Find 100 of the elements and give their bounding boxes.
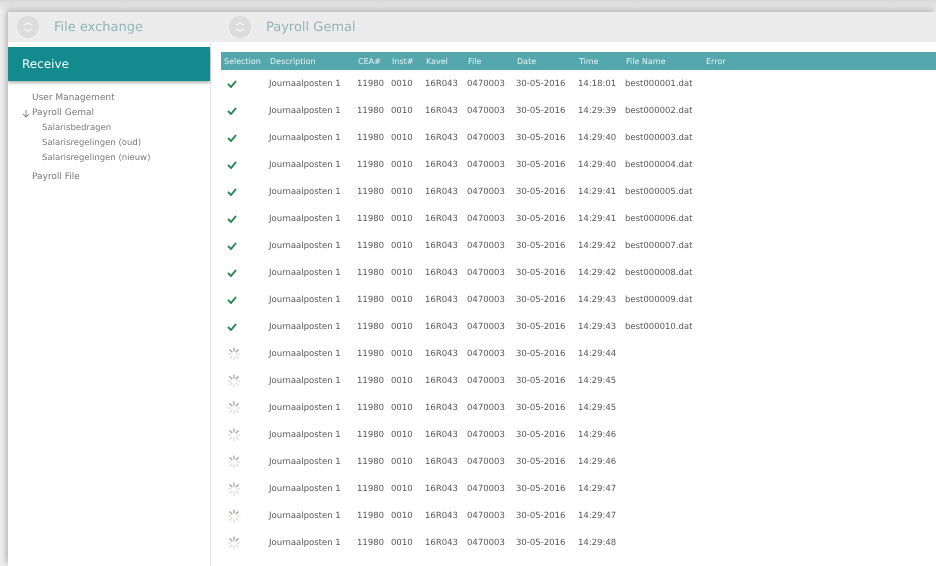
table-cell-text: best000004.dat [624, 158, 694, 172]
table-cell-text: 16R043 [424, 158, 459, 172]
table-cell-text: 0470003 [466, 132, 506, 144]
table-cell-text: 30-05-2016 [515, 212, 566, 226]
table-cell-text: 11980 [356, 536, 386, 550]
table-cell-text: 0470003 [466, 402, 506, 414]
table-cell-text: 16R043 [424, 482, 459, 496]
table-cell-text: 11980 [356, 456, 386, 468]
table-cell-text: 16R043 [424, 104, 459, 118]
logo-icon [16, 15, 40, 39]
table-cell-text: best000001.dat [624, 78, 694, 90]
table-cell-text: Journaalposten 1 [268, 402, 342, 414]
table-cell-text: 0010 [390, 510, 414, 522]
loading-spinner-icon [227, 400, 241, 414]
column-header: Inst# [389, 52, 423, 70]
table-cell-text: 16R043 [424, 294, 459, 306]
table-cell-text: 0010 [390, 456, 414, 468]
checkmark-icon [227, 268, 237, 276]
loading-spinner-icon [227, 346, 241, 360]
table-cell-text: Journaalposten 1 [268, 510, 342, 522]
table-cell-text: 0470003 [466, 158, 506, 172]
section-header[interactable]: Receive [8, 47, 210, 81]
table-cell-text: 0470003 [466, 186, 506, 198]
table-cell-text: 0470003 [466, 212, 506, 226]
table-cell-text: 11980 [356, 266, 386, 280]
table-cell-text: 0470003 [466, 348, 506, 360]
table-cell-text: 0470003 [466, 240, 506, 252]
table-cell-text: 16R043 [424, 240, 459, 252]
table-cell-text: 0010 [390, 212, 414, 226]
table-cell-text: 30-05-2016 [515, 104, 566, 118]
column-header: File Name [623, 52, 703, 70]
table-cell-text: Journaalposten 1 [268, 78, 342, 90]
table-cell-text: Journaalposten 1 [268, 456, 342, 468]
table-cell-text: Journaalposten 1 [268, 158, 342, 172]
table-cell-text: 14:29:39 [577, 104, 618, 118]
table-cell-text: 14:29:45 [577, 402, 618, 414]
table-cell-text: 0010 [390, 266, 414, 280]
table-cell-text: 0470003 [466, 104, 506, 118]
column-header: Description [267, 52, 355, 70]
nav-subitem[interactable]: Salarisbedragen [22, 122, 210, 135]
loading-spinner-icon [227, 482, 241, 496]
table-cell-text: 0470003 [466, 482, 506, 496]
down-arrow-icon [22, 109, 30, 118]
table-cell-text: 14:29:40 [577, 158, 618, 172]
table-cell-text: best000003.dat [624, 132, 694, 144]
column-header: Kavel [423, 52, 465, 70]
nav-item[interactable]: Payroll File [22, 171, 210, 184]
table-cell-text: 11980 [356, 482, 386, 496]
table-cell-text: 16R043 [424, 402, 459, 414]
table-cell-text: 14:29:43 [577, 320, 618, 334]
checkmark-icon [227, 80, 237, 88]
table-cell-text: 16R043 [424, 78, 459, 90]
table-cell-text: 11980 [356, 212, 386, 226]
table-cell-text: 0470003 [466, 510, 506, 522]
table-cell-text: 30-05-2016 [515, 240, 566, 252]
checkmark-icon [227, 106, 237, 114]
table-cell-text: 16R043 [424, 320, 459, 334]
table-cell-text: 0010 [390, 402, 414, 414]
page-title: Payroll Gemal [266, 20, 356, 34]
table-cell-text: Journaalposten 1 [268, 428, 342, 442]
table-cell-text: 30-05-2016 [515, 78, 566, 90]
checkmark-icon [227, 214, 237, 222]
table-cell-text: best000009.dat [624, 294, 694, 306]
table-cell-text: 30-05-2016 [515, 158, 566, 172]
table-cell-text: 30-05-2016 [515, 186, 566, 198]
column-header: Date [514, 52, 576, 70]
table-cell-text: 0470003 [466, 456, 506, 468]
table-cell-text: 11980 [356, 428, 386, 442]
table-cell-text: Journaalposten 1 [268, 482, 342, 496]
loading-spinner-icon [227, 374, 241, 388]
table-cell-text: best000010.dat [624, 320, 694, 334]
table-cell-text: 14:29:40 [577, 132, 618, 144]
nav-subitem[interactable]: Salarisregelingen (oud) [22, 137, 210, 150]
nav-item[interactable]: Payroll Gemal [22, 107, 210, 120]
loading-spinner-icon [227, 536, 241, 550]
table-cell-text: 14:29:42 [577, 240, 618, 252]
table-cell-text: 30-05-2016 [515, 266, 566, 280]
table-cell-text: Journaalposten 1 [268, 240, 342, 252]
table-cell-text: 14:29:44 [577, 348, 618, 360]
table-cell-text: 30-05-2016 [515, 132, 566, 144]
table-cell-text: 0010 [390, 294, 414, 306]
table-cell-text: 11980 [356, 158, 386, 172]
nav-subitem[interactable]: Salarisregelingen (nieuw) [22, 152, 210, 165]
table-cell-text: 16R043 [424, 212, 459, 226]
table-cell-text: best000008.dat [624, 266, 694, 280]
table-cell-text: best000002.dat [624, 104, 694, 118]
table-cell-text: 14:29:47 [577, 482, 618, 496]
table-cell-text: 11980 [356, 186, 386, 198]
table-cell-text: Journaalposten 1 [268, 348, 342, 360]
loading-spinner-icon [227, 428, 241, 442]
table-cell-text: 0470003 [466, 320, 506, 334]
checkmark-icon [227, 242, 237, 250]
table-cell-text: 11980 [356, 294, 386, 306]
checkmark-icon [227, 160, 237, 168]
table-cell-text: 16R043 [424, 374, 459, 388]
table-cell-text: Journaalposten 1 [268, 186, 342, 198]
column-header: Selection [221, 52, 267, 70]
nav-item[interactable]: User Management [22, 92, 210, 105]
checkmark-icon [227, 188, 237, 196]
table-cell-text: 0010 [390, 186, 414, 198]
